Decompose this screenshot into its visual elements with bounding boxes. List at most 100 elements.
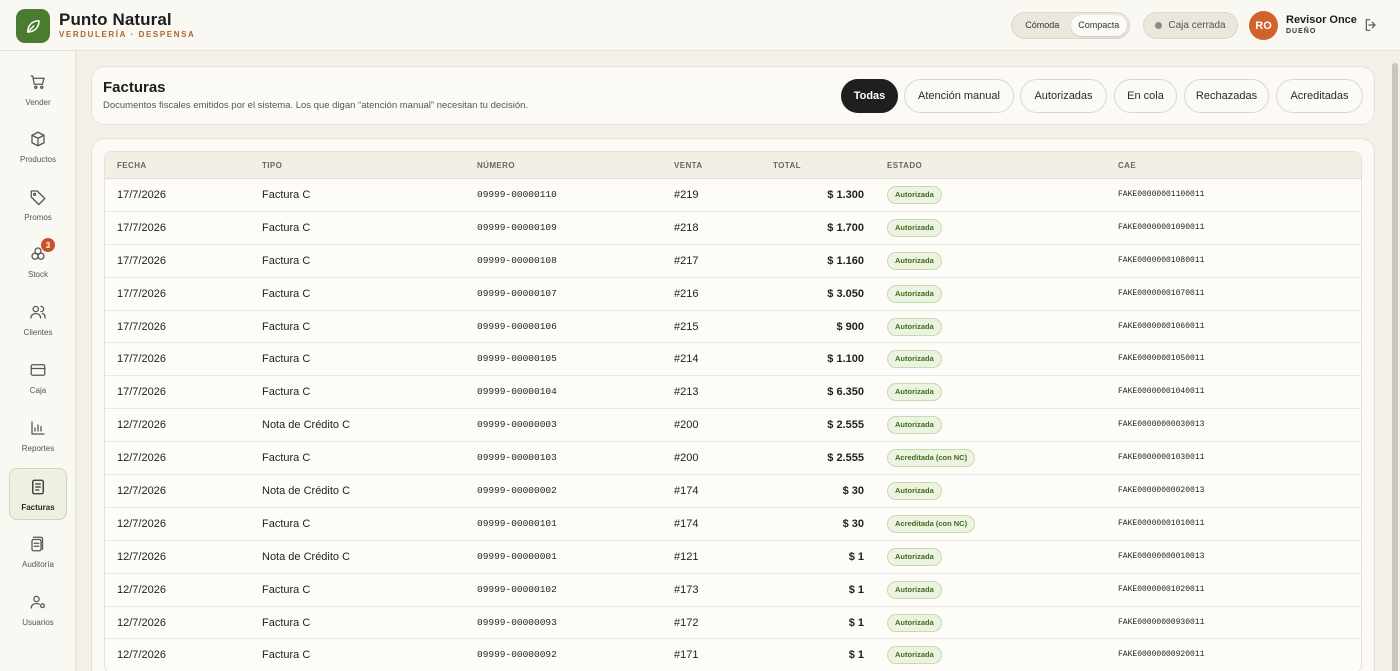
cell-venta: #216 — [674, 287, 699, 300]
cell-tipo: Factura C — [262, 254, 311, 267]
cell-numero: 09999-00000109 — [477, 221, 557, 233]
filter-atencion-manual[interactable]: Atención manual — [904, 79, 1014, 113]
table-row[interactable]: 12/7/2026 Nota de Crédito C 09999-00000003… — [105, 409, 1361, 443]
cell-venta: #213 — [674, 386, 699, 399]
logout-icon[interactable] — [1363, 17, 1379, 33]
status-badge: Acreditada (con NC) — [887, 449, 976, 468]
cell-cae: FAKE00000001060011 — [1118, 321, 1205, 331]
table-row[interactable]: 12/7/2026 Factura C 09999-00000102 #173 $ 1 A… — [105, 574, 1361, 607]
column-header-estado[interactable]: ESTADO — [887, 152, 922, 179]
scrollbar-thumb[interactable] — [1392, 63, 1398, 671]
sidebar-item-promos[interactable]: Promos — [9, 179, 67, 231]
cell-fecha: 17/7/2026 — [117, 287, 166, 300]
sidebar-item-vender[interactable]: Vender — [9, 64, 67, 116]
cell-venta: #121 — [674, 550, 699, 563]
sidebar-item-usuarios[interactable]: Usuarios — [9, 584, 67, 636]
sidebar-item-productos[interactable]: Productos — [9, 121, 67, 173]
sidebar-item-reportes[interactable]: Reportes — [9, 410, 67, 462]
page-title: Facturas — [103, 79, 166, 96]
column-header-total[interactable]: TOTAL — [773, 152, 801, 179]
users-icon — [28, 302, 48, 322]
cell-numero: 09999-00000110 — [477, 189, 557, 200]
column-header-numero[interactable]: NÚMERO — [477, 152, 515, 179]
cell-cae: FAKE00000001100011 — [1118, 190, 1205, 199]
sidebar-item-caja[interactable]: Caja — [9, 352, 67, 404]
table-row[interactable]: 12/7/2026 Factura C 09999-00000093 #172 $ 1 A… — [105, 607, 1361, 640]
table-row[interactable]: 12/7/2026 Factura C 09999-00000101 #174 $ 30… — [105, 508, 1361, 541]
cell-venta: #174 — [674, 517, 699, 530]
filter-en-cola[interactable]: En cola — [1114, 79, 1177, 113]
cell-total: $ 1 — [848, 616, 864, 629]
sidebar-item-label: Facturas — [21, 503, 55, 512]
status-badge: Autorizada — [887, 580, 942, 599]
table-row[interactable]: 17/7/2026 Factura C 09999-00000104 #213 $ 6.… — [105, 376, 1361, 410]
table-row[interactable]: 17/7/2026 Factura C 09999-00000110 #219 $ 1.… — [105, 179, 1361, 212]
avatar[interactable]: RO — [1249, 11, 1278, 40]
cell-venta: #214 — [674, 353, 699, 366]
sidebar-item-stock[interactable]: 3 Stock — [9, 236, 67, 288]
cell-total: $ 1 — [848, 583, 864, 596]
cell-total: $ 2.555 — [827, 419, 864, 432]
cell-total: $ 3.050 — [827, 287, 864, 300]
cell-tipo: Nota de Crédito C — [262, 550, 351, 563]
table-row[interactable]: 17/7/2026 Factura C 09999-00000109 #218 $ 1.… — [105, 212, 1361, 245]
table-row[interactable]: 12/7/2026 Nota de Crédito C 09999-00000002… — [105, 475, 1361, 508]
scrollbar[interactable] — [1390, 51, 1400, 671]
cell-venta: #219 — [674, 189, 699, 201]
sidebar: Vender Productos Promos 3 Stock Clientes… — [0, 51, 76, 671]
table-row[interactable]: 17/7/2026 Factura C 09999-00000105 #214 $ 1.… — [105, 343, 1361, 377]
cell-cae: FAKE00000001090011 — [1118, 222, 1205, 232]
column-header-venta[interactable]: VENTA — [674, 152, 703, 179]
user-settings-icon — [28, 592, 48, 612]
cell-tipo: Factura C — [262, 386, 311, 399]
invoice-icon — [28, 477, 48, 497]
table-row[interactable]: 17/7/2026 Factura C 09999-00000106 #215 $ 90… — [105, 311, 1361, 344]
sidebar-item-clientes[interactable]: Clientes — [9, 294, 67, 346]
density-toggle[interactable]: Cómoda Compacta — [1011, 12, 1130, 39]
cell-tipo: Factura C — [262, 189, 311, 201]
cell-cae: FAKE00000000030013 — [1118, 420, 1205, 430]
cell-total: $ 30 — [842, 517, 864, 530]
table-row[interactable]: 12/7/2026 Nota de Crédito C 09999-00000001… — [105, 541, 1361, 574]
sidebar-item-facturas[interactable]: Facturas — [9, 468, 67, 520]
cell-fecha: 17/7/2026 — [117, 189, 166, 201]
status-badge: Autorizada — [887, 350, 942, 369]
cell-numero: 09999-00000105 — [477, 353, 557, 365]
leaf-logo-icon — [16, 9, 50, 43]
cell-fecha: 12/7/2026 — [117, 550, 166, 563]
table-row[interactable]: 17/7/2026 Factura C 09999-00000107 #216 $ 3.… — [105, 278, 1361, 311]
cell-total: $ 1 — [848, 550, 864, 563]
page-description: Documentos fiscales emitidos por el sist… — [103, 100, 529, 111]
filter-todas[interactable]: Todas — [841, 79, 898, 113]
table-row[interactable]: 12/7/2026 Factura C 09999-00000092 #171 $ 1 A… — [105, 639, 1361, 671]
cell-cae: FAKE00000001010011 — [1118, 518, 1205, 528]
table-row[interactable]: 17/7/2026 Factura C 09999-00000108 #217 $ 1.… — [105, 245, 1361, 278]
cell-cae: FAKE00000000920011 — [1118, 650, 1205, 660]
filter-autorizadas[interactable]: Autorizadas — [1020, 79, 1107, 113]
column-header-fecha[interactable]: FECHA — [117, 152, 147, 179]
caja-status-badge[interactable]: Caja cerrada — [1143, 12, 1238, 39]
cell-numero: 09999-00000107 — [477, 287, 557, 299]
filter-acreditadas[interactable]: Acreditadas — [1276, 79, 1363, 113]
caja-status-label: Caja cerrada — [1168, 20, 1226, 31]
cell-venta: #200 — [674, 452, 699, 465]
table-row[interactable]: 12/7/2026 Factura C 09999-00000103 #200 $ 2.… — [105, 442, 1361, 476]
brand-name: Punto Natural — [59, 10, 172, 29]
cell-cae: FAKE00000001050011 — [1118, 354, 1205, 364]
sidebar-item-label: Usuarios — [22, 618, 54, 627]
cell-tipo: Factura C — [262, 452, 311, 465]
cell-total: $ 1 — [848, 649, 864, 662]
column-header-tipo[interactable]: TIPO — [262, 152, 282, 179]
top-bar: Punto Natural VERDULERÍA · DESPENSA Cómo… — [0, 0, 1400, 51]
sidebar-item-auditoria[interactable]: Auditoría — [9, 526, 67, 578]
cell-tipo: Factura C — [262, 583, 311, 596]
status-badge: Acreditada (con NC) — [887, 514, 976, 533]
status-badge: Autorizada — [887, 317, 942, 336]
sidebar-item-label: Caja — [29, 386, 47, 395]
density-comoda-option[interactable]: Cómoda — [1014, 15, 1071, 36]
cell-venta: #172 — [674, 616, 699, 629]
density-compacta-option[interactable]: Compacta — [1070, 15, 1127, 36]
column-header-cae[interactable]: CAE — [1118, 152, 1136, 179]
cell-total: $ 1.300 — [827, 189, 864, 201]
filter-rechazadas[interactable]: Rechazadas — [1184, 79, 1269, 113]
